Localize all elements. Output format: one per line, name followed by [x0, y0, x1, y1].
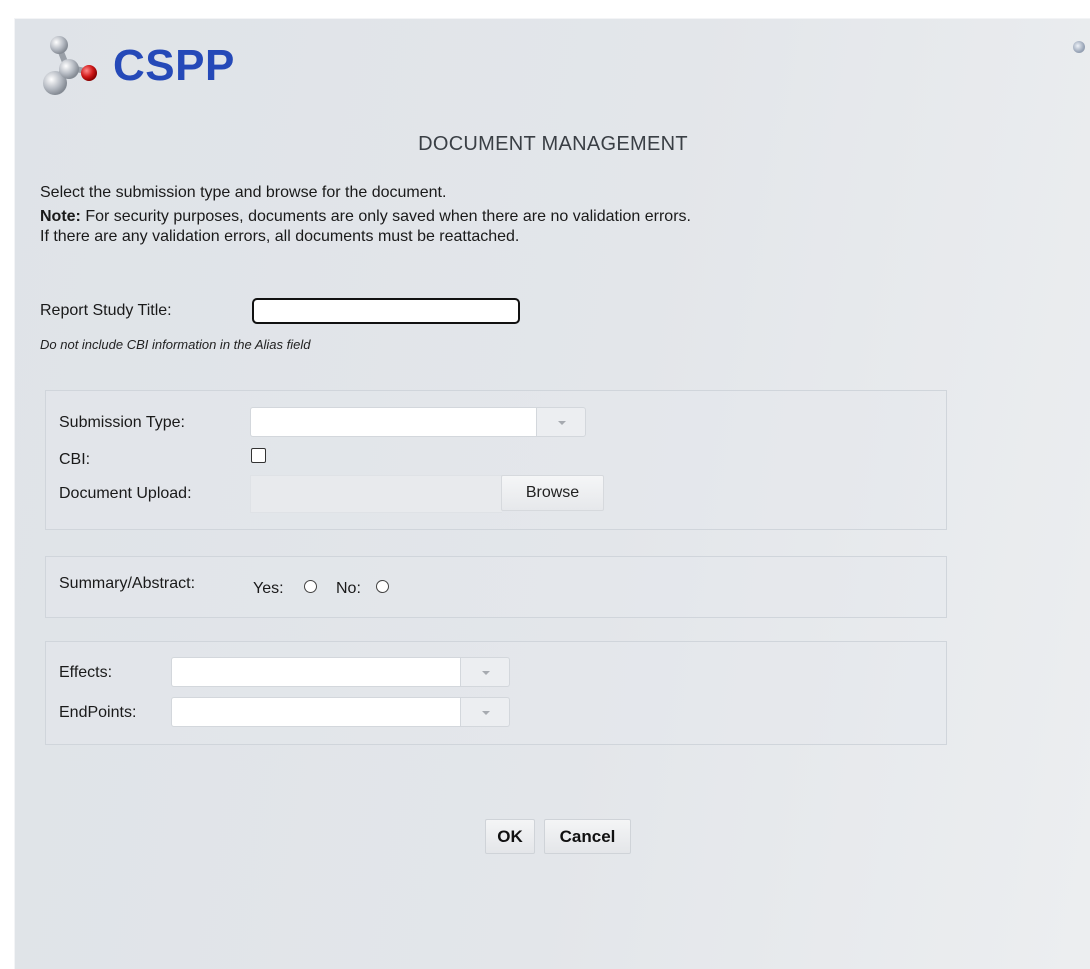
instruction-text: Select the submission type and browse fo… — [40, 184, 447, 201]
chevron-down-icon[interactable] — [536, 407, 586, 437]
document-upload-field[interactable] — [250, 475, 502, 513]
browse-button[interactable]: Browse — [501, 475, 604, 511]
page-title: DOCUMENT MANAGEMENT — [418, 133, 688, 155]
submission-type-label: Submission Type: — [59, 414, 185, 431]
submission-type-value[interactable] — [250, 407, 538, 437]
logo-text: CSPP — [113, 41, 235, 90]
summary-no-label: No: — [336, 580, 361, 597]
note-text: Note: For security purposes, documents a… — [40, 208, 691, 226]
cancel-button[interactable]: Cancel — [544, 819, 631, 854]
effects-label: Effects: — [59, 664, 113, 681]
endpoints-select[interactable] — [171, 697, 510, 727]
cbi-checkbox[interactable] — [251, 448, 266, 463]
effects-select[interactable] — [171, 657, 510, 687]
effects-value[interactable] — [171, 657, 462, 687]
summary-yes-radio[interactable] — [304, 580, 317, 593]
report-study-title-label: Report Study Title: — [40, 302, 172, 319]
submission-type-select[interactable] — [250, 407, 586, 437]
note-label: Note: — [40, 208, 81, 225]
note-body: For security purposes, documents are onl… — [80, 208, 691, 225]
document-upload-label: Document Upload: — [59, 485, 192, 502]
endpoints-label: EndPoints: — [59, 704, 137, 721]
chevron-down-icon[interactable] — [460, 657, 510, 687]
alias-hint: Do not include CBI information in the Al… — [40, 337, 311, 352]
cspp-logo: CSPP — [39, 29, 254, 105]
summary-yes-label: Yes: — [253, 580, 284, 597]
summary-no-radio[interactable] — [376, 580, 389, 593]
revalidation-text: If there are any validation errors, all … — [40, 228, 520, 245]
report-study-title-input[interactable] — [252, 298, 520, 324]
help-icon[interactable] — [1073, 41, 1085, 53]
summary-abstract-label: Summary/Abstract: — [59, 575, 196, 592]
cbi-label: CBI: — [59, 451, 91, 468]
chevron-down-icon[interactable] — [460, 697, 510, 727]
endpoints-value[interactable] — [171, 697, 462, 727]
molecule-icon — [43, 36, 97, 95]
document-management-panel: CSPP DOCUMENT MANAGEMENT Select the subm… — [14, 18, 1090, 969]
ok-button[interactable]: OK — [485, 819, 535, 854]
